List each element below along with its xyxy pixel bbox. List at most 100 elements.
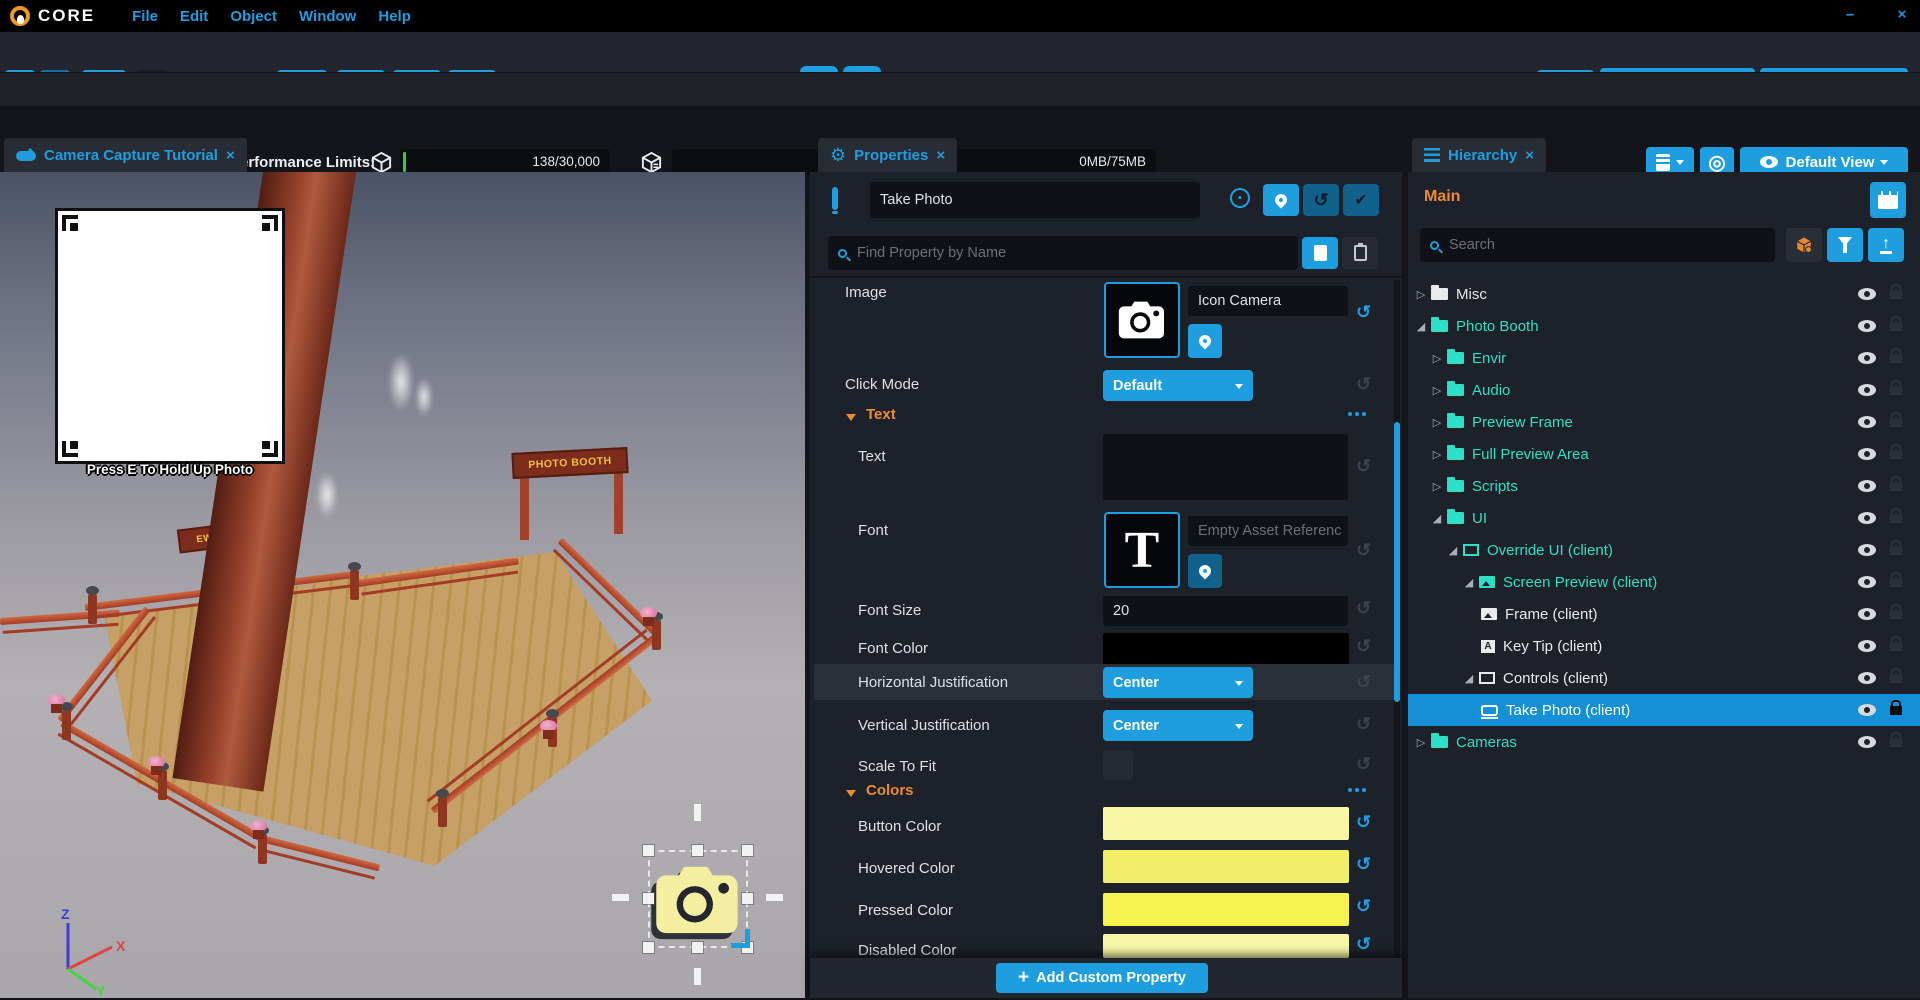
reset-vertical-justification-button[interactable]: [1356, 714, 1371, 735]
lock-icon[interactable]: [1890, 610, 1902, 619]
expand-arrow-icon[interactable]: [1414, 285, 1428, 303]
resize-handle[interactable]: [643, 845, 654, 856]
hierarchy-tab-close[interactable]: ×: [1525, 147, 1534, 164]
scale-to-fit-checkbox[interactable]: [1103, 750, 1133, 780]
reset-pressed-color-button[interactable]: [1356, 896, 1371, 917]
font-asset-field[interactable]: Empty Asset Referenc: [1188, 516, 1348, 546]
reset-image-button[interactable]: [1356, 302, 1371, 323]
reset-text-button[interactable]: [1356, 456, 1371, 477]
section-collapse-arrow[interactable]: [846, 790, 856, 802]
expand-arrow-icon[interactable]: [1430, 477, 1444, 495]
expand-arrow-icon[interactable]: [1430, 445, 1444, 463]
resize-handle[interactable]: [742, 893, 753, 904]
visibility-eye-icon[interactable]: [1858, 736, 1876, 748]
properties-tab[interactable]: Properties ×: [818, 138, 957, 172]
scrollbar-thumb[interactable]: [1394, 422, 1400, 702]
visibility-eye-icon[interactable]: [1858, 288, 1876, 300]
tree-item-screen-preview[interactable]: Screen Preview (client): [1408, 566, 1920, 598]
tree-item-frame[interactable]: Frame (client): [1408, 598, 1920, 630]
menu-object[interactable]: Object: [230, 8, 277, 25]
add-custom-property-button[interactable]: + Add Custom Property: [996, 963, 1208, 993]
tree-item-audio[interactable]: Audio: [1408, 374, 1920, 406]
vertical-justification-dropdown[interactable]: Center: [1103, 710, 1253, 741]
close-window-button[interactable]: ×: [1890, 6, 1914, 23]
lock-icon[interactable]: [1890, 450, 1902, 459]
hierarchy-search[interactable]: [1420, 228, 1775, 262]
viewport-tab-close[interactable]: ×: [226, 147, 235, 164]
reset-scale-to-fit-button[interactable]: [1356, 754, 1371, 775]
reset-horizontal-justification-button[interactable]: [1356, 672, 1371, 693]
text-value-input[interactable]: [1103, 434, 1348, 500]
tree-item-controls[interactable]: Controls (client): [1408, 662, 1920, 694]
lock-icon[interactable]: [1890, 482, 1902, 491]
lock-icon[interactable]: [1890, 354, 1902, 363]
font-thumbnail[interactable]: T: [1104, 512, 1180, 588]
tree-item-scripts[interactable]: Scripts: [1408, 470, 1920, 502]
visibility-eye-icon[interactable]: [1858, 576, 1876, 588]
lock-icon[interactable]: [1890, 514, 1902, 523]
expand-arrow-icon[interactable]: [1414, 733, 1428, 751]
property-search[interactable]: [828, 236, 1298, 270]
tree-item-envir[interactable]: Envir: [1408, 342, 1920, 374]
menu-help[interactable]: Help: [378, 8, 411, 25]
scene-viewport[interactable]: EW PHOTO PHOTO BOOTH Press E To Hold Up …: [0, 172, 805, 998]
expand-arrow-icon[interactable]: [1430, 413, 1444, 431]
section-menu-icon[interactable]: [1348, 788, 1352, 792]
pressed-color-swatch[interactable]: [1103, 893, 1349, 926]
scene-capture-button[interactable]: [1870, 182, 1906, 218]
revert-name-button[interactable]: [1303, 184, 1339, 216]
reset-disabled-color-button[interactable]: [1356, 934, 1371, 955]
tree-item-key-tip[interactable]: Key Tip (client): [1408, 630, 1920, 662]
reset-font-button[interactable]: [1356, 540, 1371, 561]
lock-icon[interactable]: [1890, 706, 1902, 715]
lock-icon[interactable]: [1890, 738, 1902, 747]
resize-handle[interactable]: [742, 845, 753, 856]
object-name-input[interactable]: [870, 182, 1200, 218]
menu-window[interactable]: Window: [299, 8, 356, 25]
lock-icon[interactable]: [1890, 674, 1902, 683]
tree-item-photo-booth[interactable]: Photo Booth: [1408, 310, 1920, 342]
visibility-eye-icon[interactable]: [1858, 320, 1876, 332]
lock-icon[interactable]: [1890, 578, 1902, 587]
property-search-input[interactable]: [857, 238, 1288, 268]
font-find-asset-button[interactable]: [1188, 554, 1222, 588]
tree-item-misc[interactable]: Misc: [1408, 278, 1920, 310]
reset-font-color-button[interactable]: [1356, 636, 1371, 657]
resize-handle[interactable]: [692, 942, 703, 953]
copy-properties-button[interactable]: [1302, 237, 1338, 269]
visibility-eye-icon[interactable]: [1858, 672, 1876, 684]
find-in-scene-button[interactable]: [1263, 184, 1299, 216]
font-size-input[interactable]: [1103, 596, 1348, 626]
lock-icon[interactable]: [1890, 418, 1902, 427]
lock-icon[interactable]: [1890, 546, 1902, 555]
section-collapse-arrow[interactable]: [846, 414, 856, 426]
collapse-arrow-icon[interactable]: [1462, 573, 1476, 591]
paste-properties-button[interactable]: [1342, 237, 1378, 269]
click-mode-dropdown[interactable]: Default: [1103, 370, 1253, 401]
tree-item-full-preview-area[interactable]: Full Preview Area: [1408, 438, 1920, 470]
filter-button[interactable]: [1827, 228, 1863, 262]
lock-icon[interactable]: [1890, 290, 1902, 299]
reset-button-color-button[interactable]: [1356, 812, 1371, 833]
button-color-swatch[interactable]: [1103, 807, 1349, 840]
collapse-arrow-icon[interactable]: [1430, 509, 1444, 527]
collapse-arrow-icon[interactable]: [1462, 669, 1476, 687]
image-find-asset-button[interactable]: [1188, 324, 1222, 358]
reset-font-size-button[interactable]: [1356, 598, 1371, 619]
horizontal-justification-dropdown[interactable]: Center: [1103, 667, 1253, 698]
expand-arrow-icon[interactable]: [1430, 349, 1444, 367]
hovered-color-swatch[interactable]: [1103, 850, 1349, 883]
tree-item-take-photo[interactable]: Take Photo (client): [1408, 694, 1920, 726]
image-asset-field[interactable]: Icon Camera: [1188, 286, 1348, 316]
resize-handle[interactable]: [692, 845, 703, 856]
properties-tab-close[interactable]: ×: [936, 147, 945, 164]
viewport-tab[interactable]: Camera Capture Tutorial ×: [4, 138, 247, 172]
confirm-name-button[interactable]: [1343, 184, 1379, 216]
visibility-eye-icon[interactable]: [1858, 704, 1876, 716]
font-color-swatch[interactable]: [1103, 633, 1349, 666]
tree-item-preview-frame[interactable]: Preview Frame: [1408, 406, 1920, 438]
resize-handle[interactable]: [643, 893, 654, 904]
visibility-eye-icon[interactable]: [1858, 512, 1876, 524]
visibility-eye-icon[interactable]: [1858, 384, 1876, 396]
asset-cube-button[interactable]: [1786, 228, 1822, 262]
